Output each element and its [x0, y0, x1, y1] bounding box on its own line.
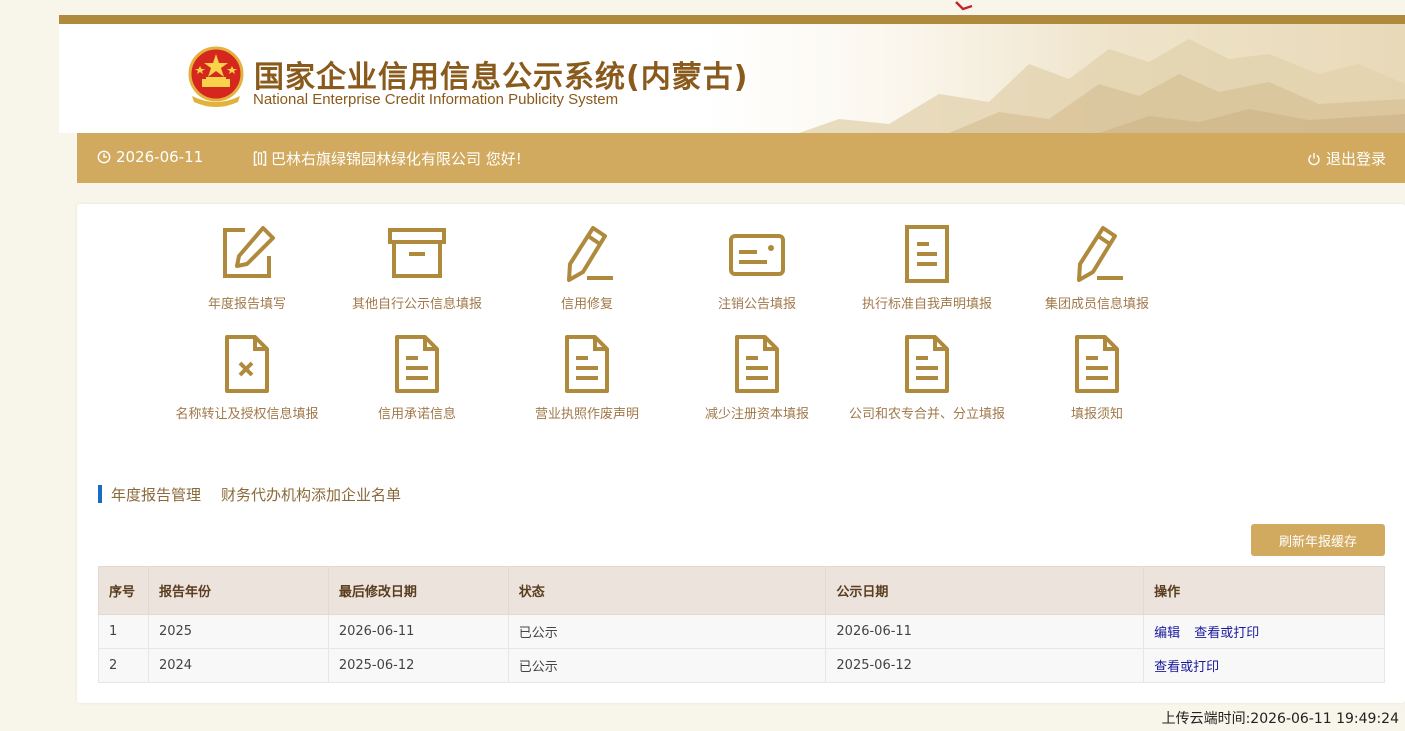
clock-icon — [97, 150, 111, 164]
menu-label: 名称转让及授权信息填报 — [175, 407, 319, 422]
document-icon — [395, 335, 439, 393]
document-icon — [905, 335, 949, 393]
menu-label: 注销公告填报 — [717, 297, 796, 312]
status: 已公示 — [507, 614, 827, 649]
active-tab-marker — [98, 485, 102, 503]
tab-agency-company-list[interactable]: 财务代办机构添加企业名单 — [221, 484, 401, 505]
user-greeting: 巴林右旗绿锦园林绿化有限公司 您好! — [253, 148, 522, 169]
last-modified-date: 2026-06-11 — [327, 614, 509, 649]
menu-label: 信用承诺信息 — [377, 407, 456, 422]
document-icon — [565, 335, 609, 393]
site-title-english: National Enterprise Credit Information P… — [253, 91, 619, 108]
upload-time: 上传云端时间:2026-06-11 19:49:24 — [1161, 711, 1399, 727]
table-row: 1 2025 2026-06-11 已公示 2026-06-11 编辑 查看或打… — [98, 614, 1385, 649]
annual-report-table: 序号 报告年份 最后修改日期 状态 公示日期 操作 1 2025 2026-06… — [98, 566, 1385, 683]
power-icon — [1308, 152, 1320, 165]
national-emblem-icon — [188, 46, 244, 107]
document-lines-icon — [905, 225, 949, 283]
table-header-row: 序号 报告年份 最后修改日期 状态 公示日期 操作 — [98, 566, 1385, 615]
menu-label: 年度报告填写 — [207, 297, 286, 312]
row-actions: 编辑 查看或打印 — [1143, 614, 1385, 649]
document-icon — [1075, 335, 1119, 393]
view-print-link[interactable]: 查看或打印 — [1194, 626, 1259, 641]
edit-link[interactable]: 编辑 — [1154, 626, 1180, 641]
site-header: 国家企业信用信息公示系统(内蒙古) National Enterprise Cr… — [59, 24, 1405, 133]
view-print-link[interactable]: 查看或打印 — [1154, 660, 1219, 675]
date-text: 2026-06-11 — [116, 148, 204, 166]
menu-credit-repair[interactable]: 信用修复 — [502, 224, 672, 312]
user-card-icon — [253, 151, 267, 166]
top-accent-line — [59, 15, 1405, 24]
logout-button[interactable]: 退出登录 — [1307, 148, 1386, 169]
site-title-chinese: 国家企业信用信息公示系统(内蒙古) — [254, 60, 749, 95]
menu-label: 执行标准自我声明填报 — [861, 297, 992, 312]
row-number: 1 — [98, 614, 149, 649]
menu-filing-instructions[interactable]: 填报须知 — [1012, 334, 1182, 422]
menu-label: 信用修复 — [560, 297, 613, 312]
table-row: 2 2024 2025-06-12 已公示 2025-06-12 查看或打印 — [98, 648, 1385, 683]
publish-date: 2026-06-11 — [825, 614, 1145, 649]
column-header: 公示日期 — [825, 566, 1145, 615]
column-header: 报告年份 — [147, 566, 329, 615]
logout-label: 退出登录 — [1325, 150, 1386, 168]
section-tabs: 年度报告管理 财务代办机构添加企业名单 — [98, 484, 421, 504]
column-header: 操作 — [1143, 566, 1385, 615]
refresh-cache-button[interactable]: 刷新年报缓存 — [1251, 524, 1385, 556]
report-year: 2025 — [147, 614, 329, 649]
column-header: 状态 — [507, 566, 827, 615]
menu-merger-split[interactable]: 公司和农专合并、分立填报 — [842, 334, 1012, 422]
main-panel: 年度报告填写 其他自行公示信息填报 信用修复 注销公告填报 执行标准自我声明填报… — [77, 204, 1405, 703]
mountain-landscape-image — [799, 39, 1405, 133]
menu-label: 营业执照作废声明 — [534, 407, 639, 422]
edit-square-icon — [223, 226, 275, 278]
status: 已公示 — [507, 648, 827, 683]
greeting-text: 巴林右旗绿锦园林绿化有限公司 您好! — [271, 150, 522, 168]
menu-name-transfer[interactable]: 名称转让及授权信息填报 — [162, 334, 332, 422]
menu-capital-reduction[interactable]: 减少注册资本填报 — [672, 334, 842, 422]
menu-credit-commitment[interactable]: 信用承诺信息 — [332, 334, 502, 422]
menu-license-void[interactable]: 营业执照作废声明 — [502, 334, 672, 422]
menu-deregistration-notice[interactable]: 注销公告填报 — [672, 224, 842, 312]
last-modified-date: 2025-06-12 — [327, 648, 509, 683]
row-actions: 查看或打印 — [1143, 648, 1385, 683]
top-ornament-icon — [955, 1, 973, 11]
current-date: 2026-06-11 — [97, 148, 203, 166]
menu-label: 公司和农专合并、分立填报 — [848, 407, 1005, 422]
menu-label: 减少注册资本填报 — [704, 407, 809, 422]
menu-label: 其他自行公示信息填报 — [351, 297, 482, 312]
pencil-icon — [1077, 226, 1123, 282]
pencil-icon — [567, 226, 613, 282]
menu-other-disclosure[interactable]: 其他自行公示信息填报 — [332, 224, 502, 312]
column-header: 序号 — [98, 566, 149, 615]
menu-label: 集团成员信息填报 — [1044, 297, 1149, 312]
document-x-icon — [225, 335, 269, 393]
row-number: 2 — [98, 648, 149, 683]
publish-date: 2025-06-12 — [825, 648, 1145, 683]
menu-label: 填报须知 — [1070, 407, 1123, 422]
info-bar: 2026-06-11 巴林右旗绿锦园林绿化有限公司 您好! 退出登录 — [77, 133, 1405, 183]
tab-annual-report-management[interactable]: 年度报告管理 — [111, 484, 201, 505]
card-icon — [729, 234, 785, 276]
menu-group-members[interactable]: 集团成员信息填报 — [1012, 224, 1182, 312]
column-header: 最后修改日期 — [327, 566, 509, 615]
menu-standard-declaration[interactable]: 执行标准自我声明填报 — [842, 224, 1012, 312]
document-icon — [735, 335, 779, 393]
archive-box-icon — [388, 228, 446, 278]
report-year: 2024 — [147, 648, 329, 683]
menu-annual-report[interactable]: 年度报告填写 — [162, 224, 332, 312]
